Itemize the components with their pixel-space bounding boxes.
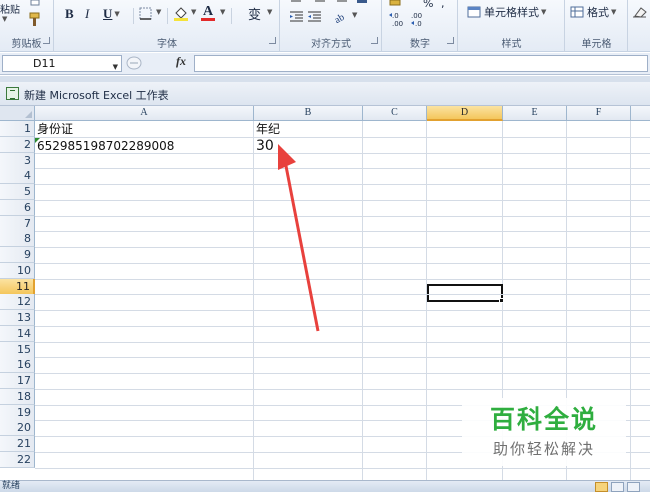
normal-view-button[interactable] [595, 482, 608, 492]
status-text: 就绪 [2, 481, 21, 491]
watermark-title: 百科全说 [489, 405, 598, 434]
watermark: 百科全说 助你轻松解决 [462, 398, 626, 466]
page-layout-view-button[interactable] [611, 482, 624, 492]
page-break-view-button[interactable] [627, 482, 640, 492]
watermark-subtitle: 助你轻松解决 [492, 440, 595, 458]
status-bar: 就绪 [0, 480, 650, 492]
